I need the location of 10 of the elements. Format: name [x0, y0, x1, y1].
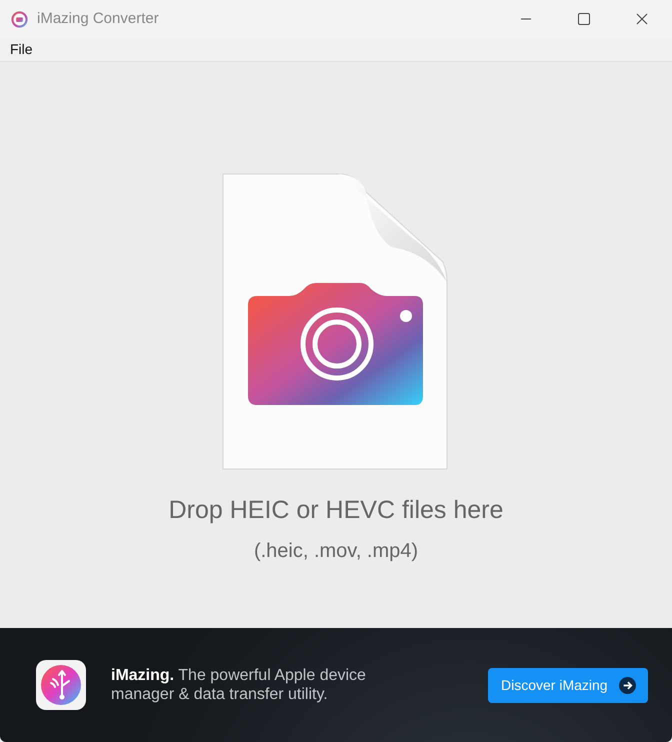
- promo-text: iMazing. The powerful Apple device manager & data transfer utility.: [111, 666, 367, 704]
- arrow-right-icon: [619, 676, 636, 694]
- menu-item[interactable]: File: [0, 39, 43, 60]
- app-logo-icon: [11, 10, 28, 28]
- maximize-icon: [578, 13, 590, 25]
- imazing-app-icon: [36, 660, 86, 710]
- window-title: iMazing Converter: [37, 8, 159, 29]
- drop-subtitle: (.heic, .mov, .mp4): [254, 538, 418, 564]
- close-icon: [636, 13, 648, 25]
- drop-title: Drop HEIC or HEVC files here: [168, 495, 504, 526]
